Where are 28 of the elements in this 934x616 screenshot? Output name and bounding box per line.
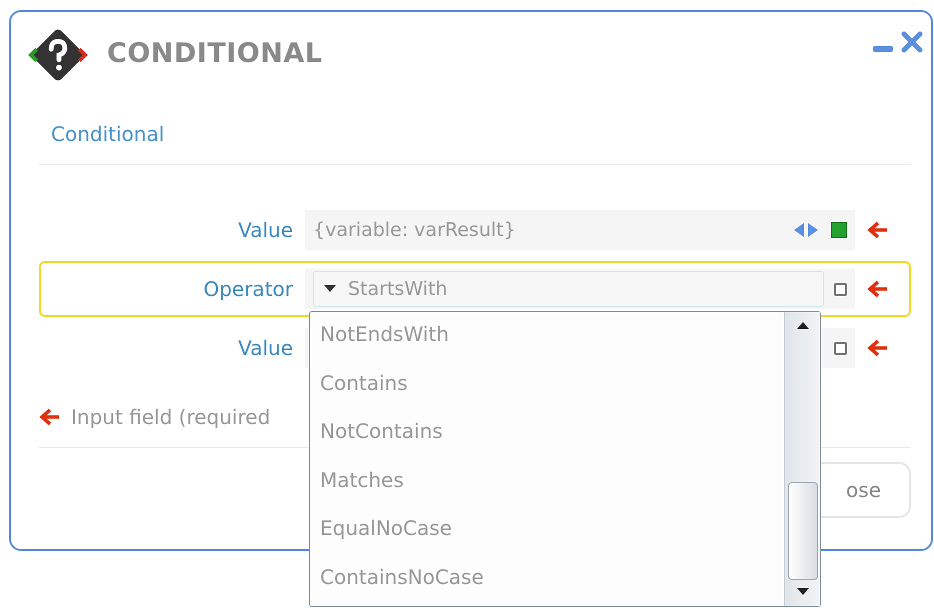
left-arrow-icon: [867, 339, 889, 357]
left-arrow-icon: [867, 280, 889, 298]
dropdown-option[interactable]: Matches: [320, 468, 784, 516]
scroll-up-icon[interactable]: [796, 322, 808, 330]
tab-link[interactable]: Conditional: [51, 122, 164, 146]
dropdown-option[interactable]: EqualNoCase: [320, 516, 784, 564]
field-label: Value: [237, 218, 294, 242]
checkbox[interactable]: [834, 342, 847, 354]
checkbox[interactable]: [834, 282, 847, 296]
required-note: Input field (required: [71, 405, 270, 429]
dropdown-option[interactable]: Contains: [320, 370, 784, 419]
close-icon[interactable]: [901, 31, 923, 53]
value-input[interactable]: {variable: varResult}: [313, 215, 791, 245]
dropdown-option[interactable]: NotEndsWith: [320, 322, 784, 370]
caret-icon: [324, 285, 336, 293]
operator-select[interactable]: StartsWith: [313, 271, 824, 307]
field-label: Operator: [202, 277, 294, 301]
scrollbar[interactable]: [784, 312, 820, 606]
left-arrow-icon: [867, 221, 889, 239]
scroll-down-icon[interactable]: [796, 588, 808, 596]
field-label: Value: [237, 336, 294, 360]
scrollbar-thumb[interactable]: [788, 482, 818, 580]
minimize-icon[interactable]: [873, 45, 893, 53]
dropdown-option[interactable]: ContainsNoCase: [320, 564, 784, 613]
left-arrow-icon: [39, 408, 61, 426]
dropdown-option[interactable]: NotContains: [320, 419, 784, 468]
window-title: CONDITIONAL: [107, 38, 322, 68]
status-square[interactable]: [831, 222, 847, 238]
